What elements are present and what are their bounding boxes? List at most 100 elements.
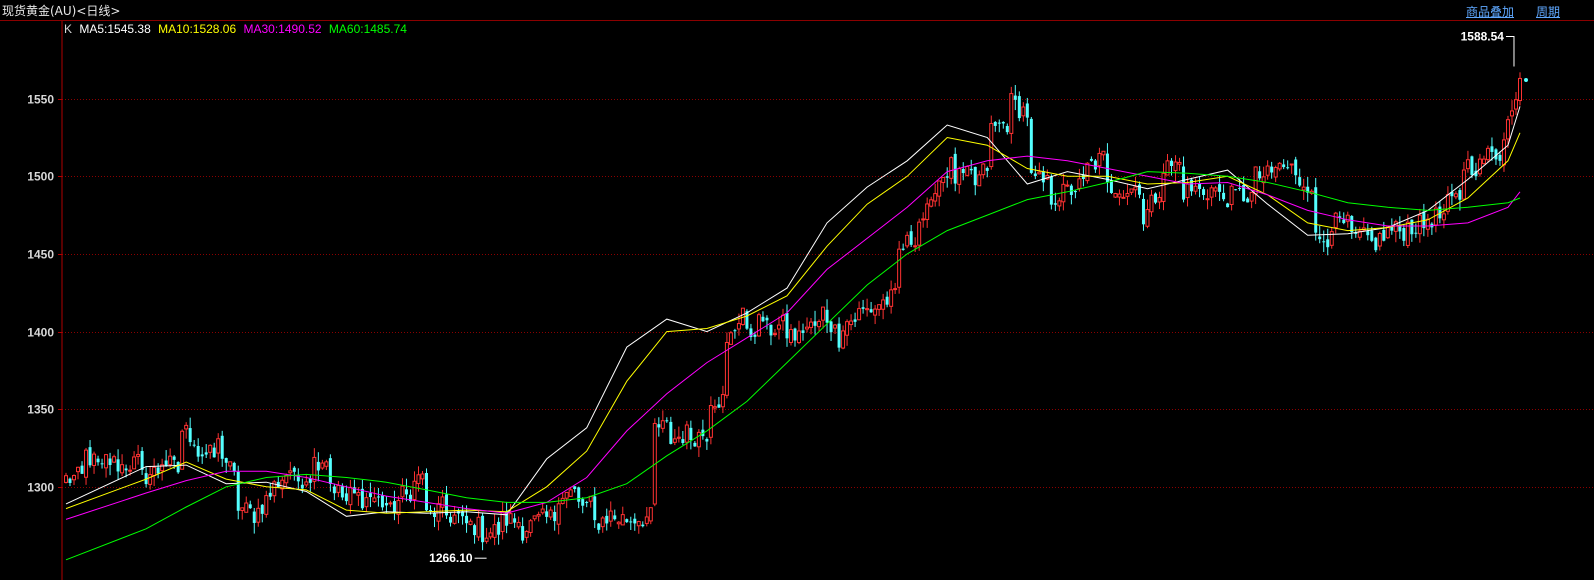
candle-body-up (492, 524, 497, 538)
candle-body-down (433, 513, 437, 518)
candle-body-up (788, 329, 793, 343)
candle (324, 459, 329, 471)
candle (1490, 137, 1494, 161)
candle-body-up (148, 474, 153, 485)
candle-body-up (672, 438, 677, 443)
candle (160, 458, 165, 481)
candle (1157, 191, 1162, 210)
candle (200, 447, 204, 464)
candle (1374, 236, 1378, 253)
candle-body-up (1021, 106, 1026, 117)
candle-body-up (817, 320, 822, 328)
candle-body-up (132, 456, 137, 470)
candle (1009, 86, 1014, 144)
candle (1213, 185, 1218, 197)
candle (84, 447, 89, 485)
candle-body-down (1033, 173, 1037, 176)
candle (897, 240, 902, 294)
candle (797, 320, 802, 345)
candle (372, 487, 377, 503)
candle-body-down (681, 439, 685, 443)
candle (168, 448, 173, 468)
candle-body-up (897, 248, 902, 288)
candle (328, 454, 332, 492)
candle (88, 440, 92, 468)
candle (476, 509, 481, 541)
candle-body-up (929, 199, 934, 207)
overlay-commodity-link[interactable]: 商品叠加 (1466, 3, 1514, 20)
candle-body-down (629, 521, 633, 523)
candle-body-down (340, 486, 344, 498)
candle-body-up (1193, 185, 1198, 192)
candle-body-up (889, 289, 894, 307)
candle-body-up (84, 449, 89, 478)
candle (1089, 156, 1093, 162)
candle (985, 166, 989, 178)
candle (825, 299, 829, 334)
candle (933, 183, 938, 207)
candle (588, 495, 593, 508)
candle-body-up (1205, 198, 1210, 201)
candle-body-down (869, 309, 873, 313)
candle (164, 450, 168, 467)
candle (1205, 189, 1210, 210)
candle-body-down (328, 458, 332, 484)
candle (957, 166, 962, 194)
candle (1366, 223, 1370, 241)
candle-body-up (356, 492, 361, 496)
candle-body-down (1370, 230, 1374, 241)
candle-body-up (965, 165, 970, 176)
candle-body-up (660, 420, 665, 429)
candle-body-down (1294, 159, 1298, 176)
candle-body-up (556, 503, 561, 525)
candle-body-down (140, 451, 144, 470)
candle-body-down (404, 489, 408, 495)
candle-body-down (232, 462, 236, 472)
period-link[interactable]: 周期 (1536, 3, 1560, 20)
candle (1450, 183, 1454, 206)
candle-body-up (364, 497, 369, 508)
candle-body-up (1161, 172, 1166, 202)
candle-body-down (577, 487, 581, 502)
candle (276, 475, 280, 488)
candle-body-up (756, 314, 761, 337)
candle (360, 479, 364, 511)
candle-body-up (336, 484, 341, 493)
candle-body-down (1350, 216, 1354, 233)
candle (76, 466, 81, 480)
candle-body-down (1222, 192, 1226, 200)
candle-body-up (1481, 158, 1486, 165)
candle-body-up (1513, 99, 1518, 110)
candle-body-up (1117, 193, 1122, 198)
candle-body-up (608, 510, 613, 522)
candle (244, 496, 249, 513)
candle-body-down (1246, 198, 1250, 203)
candle (1270, 161, 1274, 179)
candle-body-down (837, 323, 841, 348)
candle (712, 399, 717, 413)
candle (208, 444, 213, 459)
candle (1453, 191, 1458, 200)
ma-line-ma60 (65, 171, 1521, 561)
candle-body-up (977, 174, 982, 187)
candle (708, 396, 713, 445)
candle (605, 508, 609, 531)
candle-body-down (689, 427, 693, 441)
candle (521, 517, 525, 544)
candle (1249, 191, 1254, 209)
candle (1182, 156, 1186, 203)
candle (1101, 150, 1106, 161)
last-price-dot (1523, 78, 1528, 83)
candle-body-up (1333, 212, 1338, 228)
candle (292, 466, 296, 481)
candle (80, 461, 84, 474)
candle (1402, 224, 1406, 247)
candle-body-down (1322, 241, 1326, 243)
candle (1226, 202, 1230, 208)
candle (1509, 100, 1514, 125)
candle-body-up (821, 306, 826, 321)
candle-body-up (508, 513, 513, 524)
candle (256, 498, 261, 527)
candle-body-down (1498, 154, 1502, 161)
y-tick-label: 1550 (27, 93, 54, 107)
